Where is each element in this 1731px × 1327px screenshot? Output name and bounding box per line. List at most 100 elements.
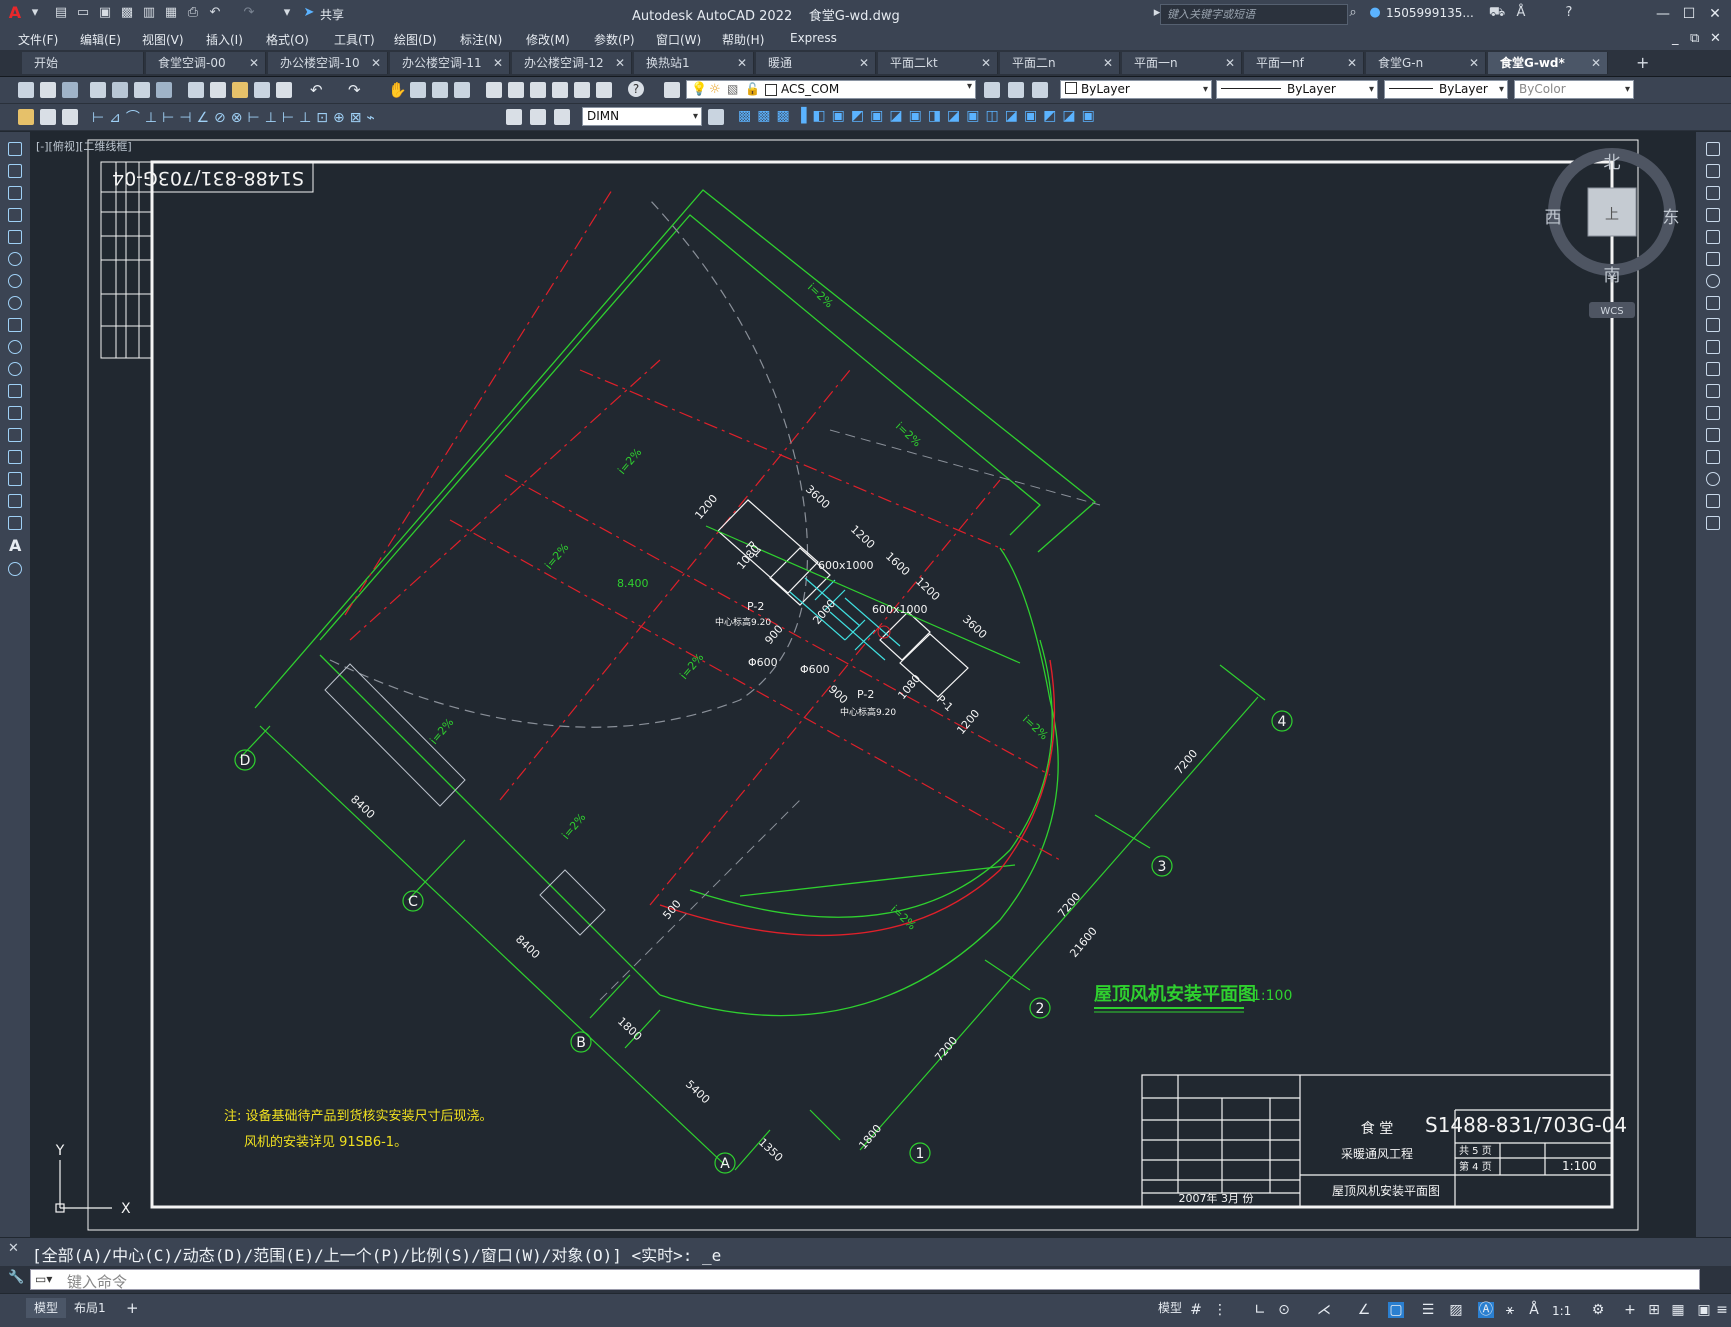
tab-close-icon[interactable]: ✕ (371, 52, 381, 74)
share-icon[interactable]: ➤ (300, 4, 318, 22)
break-icon[interactable] (1706, 406, 1720, 420)
clean-screen-icon[interactable]: ▣ (1696, 1302, 1712, 1318)
array-icon[interactable] (1706, 230, 1720, 244)
zoom-realtime-icon[interactable] (410, 82, 426, 98)
zoom-previous-icon[interactable] (454, 82, 470, 98)
menu-tools[interactable]: 工具(T) (334, 31, 375, 48)
draw-order-icon[interactable] (18, 109, 34, 125)
isometric-icon[interactable]: ⋌ (1316, 1302, 1332, 1318)
circle-icon[interactable] (8, 274, 22, 288)
lineweight-dropdown[interactable]: ByLayer ▾ (1384, 80, 1508, 99)
save-icon[interactable]: ▣ (96, 4, 114, 22)
menu-parametric[interactable]: 参数(P) (594, 31, 635, 48)
chamfer-icon[interactable] (1706, 450, 1720, 464)
markup-icon[interactable] (574, 82, 590, 98)
bring-front-icon[interactable] (40, 109, 56, 125)
zoom-window-icon[interactable] (432, 82, 448, 98)
linetype-dropdown[interactable]: ByLayer ▾ (1216, 80, 1378, 99)
layer-previous-icon[interactable] (1008, 82, 1024, 98)
plot-icon[interactable]: ⎙ (184, 4, 202, 22)
layer-state-icon[interactable] (1032, 82, 1048, 98)
tab-close-icon[interactable]: ✕ (981, 52, 991, 74)
open-web-icon[interactable]: ▥ (140, 4, 158, 22)
layout1-tab[interactable]: 布局1 (66, 1298, 114, 1318)
user-name[interactable]: 1505999135... (1386, 6, 1474, 20)
menu-view[interactable]: 视图(V) (142, 31, 184, 48)
line-icon[interactable] (8, 142, 22, 156)
menu-express[interactable]: Express (790, 31, 837, 45)
user-icon[interactable]: ● (1366, 4, 1384, 22)
tab-close-icon[interactable]: ✕ (1103, 52, 1113, 74)
make-block-icon[interactable] (8, 406, 22, 420)
tab-file[interactable]: 食堂空调-00 ✕ (146, 52, 266, 74)
tab-start[interactable]: 开始 (22, 52, 144, 74)
sheet-set-icon[interactable] (552, 82, 568, 98)
grid-icon[interactable]: # (1188, 1302, 1204, 1318)
viewport-controls[interactable]: [-][俯视][二维线框] (36, 138, 132, 154)
undo-icon[interactable]: ↶ (310, 81, 323, 99)
spline-icon[interactable] (8, 318, 22, 332)
dimension-style-icon[interactable] (708, 109, 724, 125)
units-icon[interactable]: ⊞ (1646, 1302, 1662, 1318)
save-icon[interactable] (62, 82, 78, 98)
tab-close-icon[interactable]: ✕ (859, 52, 869, 74)
tab-file[interactable]: 平面一n ✕ (1122, 52, 1242, 74)
model-tab[interactable]: 模型 (26, 1298, 67, 1318)
layer-on-icon[interactable]: 💡 (691, 82, 707, 97)
revcloud-icon[interactable] (8, 296, 22, 310)
tab-file[interactable]: 换热站1 ✕ (634, 52, 754, 74)
object-snap-icon[interactable]: ▢ (1388, 1302, 1404, 1318)
tab-close-icon[interactable]: ✕ (249, 52, 259, 74)
mirror-icon[interactable] (1706, 186, 1720, 200)
tab-close-icon[interactable]: ✕ (737, 52, 747, 74)
tab-close-icon[interactable]: ✕ (1469, 52, 1479, 74)
layer-viewport-freeze-icon[interactable]: ▧ (727, 82, 738, 96)
layer-dropdown[interactable]: 💡 ☼ ▧ 🔓 ACS_COM ▾ (686, 80, 976, 99)
menu-file[interactable]: 文件(F) (18, 31, 58, 48)
calculator-icon[interactable] (596, 82, 612, 98)
object-snap-tracking-icon[interactable]: ∠ (1356, 1302, 1372, 1318)
command-settings-icon[interactable]: 🔧 (8, 1270, 24, 1285)
close-command-icon[interactable]: ✕ (8, 1241, 19, 1256)
tab-file[interactable]: 平面二kt ✕ (878, 52, 998, 74)
gradient-icon[interactable] (8, 472, 22, 486)
maximize-button[interactable]: ☐ (1678, 3, 1700, 25)
blend-icon[interactable] (1706, 494, 1720, 508)
menu-draw[interactable]: 绘图(D) (394, 31, 437, 48)
modify-tools-icons[interactable]: ▩▩▩▐◧▣◩▣◪▣◨◪▣◫◪▣◩◪▣ (738, 108, 1101, 124)
dimension-edit-icon[interactable] (506, 109, 522, 125)
region-icon[interactable] (8, 494, 22, 508)
color-dropdown[interactable]: ByLayer ▾ (1060, 80, 1212, 99)
lineweight-icon[interactable]: ☰ (1420, 1302, 1436, 1318)
customize-chevron-icon[interactable]: ▾ (278, 4, 296, 22)
minimize-button[interactable]: — (1652, 3, 1674, 25)
snap-icon[interactable]: ⋮ (1212, 1302, 1228, 1318)
model-space-button[interactable]: 模型 (1150, 1298, 1190, 1318)
rectangle-icon[interactable] (8, 230, 22, 244)
share-label[interactable]: 共享 (320, 6, 344, 23)
annotation-scale-value[interactable]: 1:1 (1552, 1304, 1571, 1318)
customize-menu-icon[interactable]: ≡ (1714, 1302, 1730, 1318)
construction-line-icon[interactable] (8, 164, 22, 178)
ortho-icon[interactable]: ∟ (1252, 1302, 1268, 1318)
point-icon[interactable] (8, 428, 22, 442)
layer-properties-icon[interactable] (664, 82, 680, 98)
undo-icon[interactable]: ↶ (206, 4, 224, 22)
doc-restore-icon[interactable]: ⧉ (1690, 31, 1699, 46)
tab-close-icon[interactable]: ✕ (1225, 52, 1235, 74)
polyline-icon[interactable] (8, 186, 22, 200)
ellipse-icon[interactable] (8, 340, 22, 354)
design-center-icon[interactable] (508, 82, 524, 98)
menu-window[interactable]: 窗口(W) (656, 31, 701, 48)
menu-format[interactable]: 格式(O) (266, 31, 309, 48)
tab-close-icon[interactable]: ✕ (1347, 52, 1357, 74)
tab-file[interactable]: 办公楼空调-11 ✕ (390, 52, 510, 74)
app-menu-chevron-icon[interactable]: ▾ (26, 4, 44, 22)
plot-icon[interactable] (90, 82, 106, 98)
add-selected-icon[interactable] (8, 562, 22, 576)
arc-icon[interactable] (8, 252, 22, 266)
annotation-visibility-icon[interactable]: Ⓐ (1478, 1302, 1494, 1318)
match-properties-icon[interactable] (254, 82, 270, 98)
dimstyle-dropdown[interactable]: DIMN ▾ (582, 107, 702, 126)
tab-file[interactable]: 办公楼空调-12 ✕ (512, 52, 632, 74)
